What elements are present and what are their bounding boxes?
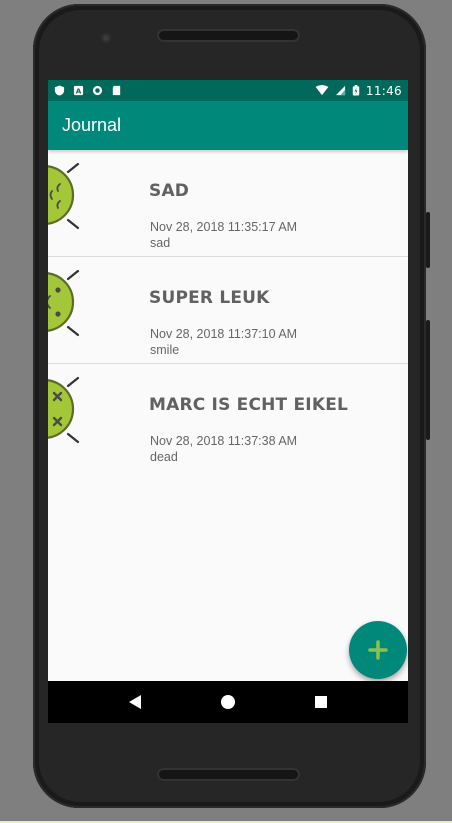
entry-mood: sad bbox=[150, 236, 171, 250]
back-button[interactable] bbox=[120, 687, 150, 717]
front-camera bbox=[101, 33, 111, 43]
signal-icon bbox=[335, 85, 345, 96]
journal-entry[interactable]: Marc is echt eikel Nov 28, 2018 11:37:38… bbox=[48, 364, 408, 470]
entry-title: Marc is echt eikel bbox=[149, 395, 349, 415]
entry-mood: dead bbox=[150, 450, 178, 464]
svg-text:A: A bbox=[76, 86, 82, 95]
status-notification-icons: A bbox=[54, 85, 122, 96]
bottom-speaker bbox=[157, 768, 300, 781]
power-button bbox=[426, 212, 430, 268]
status-time: 11:46 bbox=[365, 83, 402, 98]
entry-date: Nov 28, 2018 11:37:10 AM bbox=[150, 327, 298, 341]
journal-entry[interactable]: sad Nov 28, 2018 11:35:17 AM sad bbox=[48, 150, 408, 257]
journal-entry[interactable]: super leuk Nov 28, 2018 11:37:10 AM smil… bbox=[48, 257, 408, 364]
home-icon bbox=[220, 695, 235, 709]
device-screen: A 11:46 Journal SAD Nov 28, 2018 11:35:1… bbox=[48, 80, 408, 723]
status-bar: A 11:46 bbox=[48, 80, 408, 101]
app-bar: Journal bbox=[48, 101, 408, 150]
smile-android-icon bbox=[48, 261, 96, 343]
volume-button bbox=[426, 320, 430, 440]
entry-mood: smile bbox=[150, 343, 180, 357]
letter-a-icon: A bbox=[73, 85, 84, 95]
entry-title: sad bbox=[149, 181, 190, 201]
status-system-icons: 11:46 bbox=[315, 84, 402, 98]
dead-android-icon bbox=[48, 368, 96, 450]
journal-list: sad Nov 28, 2018 11:35:17 AM sad super l… bbox=[48, 150, 408, 470]
top-speaker bbox=[157, 29, 300, 42]
entry-date: Nov 28, 2018 11:35:17 AM bbox=[150, 220, 298, 234]
add-icon bbox=[368, 640, 388, 660]
add-entry-button[interactable] bbox=[349, 621, 407, 679]
entry-title: super leuk bbox=[149, 288, 270, 308]
record-icon bbox=[92, 85, 103, 96]
app-title: Journal bbox=[62, 115, 122, 135]
battery-charging-icon bbox=[352, 85, 360, 96]
sd-card-icon bbox=[112, 85, 121, 96]
shield-icon bbox=[54, 85, 65, 96]
wifi-icon bbox=[315, 85, 329, 96]
entry-date: Nov 28, 2018 11:37:38 AM bbox=[150, 434, 298, 448]
back-icon bbox=[128, 695, 141, 709]
sad-android-icon bbox=[48, 154, 96, 236]
recents-icon bbox=[315, 696, 328, 708]
recents-button[interactable] bbox=[306, 687, 336, 717]
home-button[interactable] bbox=[213, 687, 243, 717]
navigation-bar bbox=[48, 681, 408, 723]
